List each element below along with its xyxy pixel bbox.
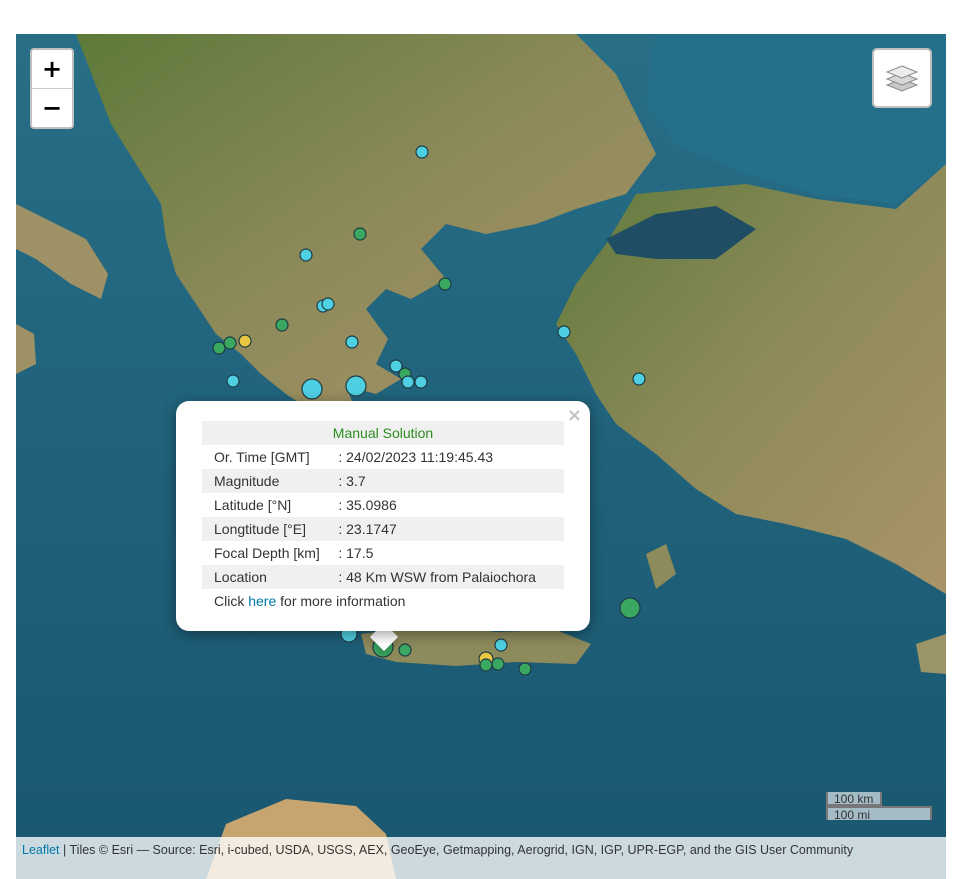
popup-footer-before: Click [214, 593, 249, 609]
zoom-in-button[interactable]: + [32, 50, 72, 88]
earthquake-marker[interactable] [226, 374, 240, 388]
popup-row-value: : 24/02/2023 11:19:45.43 [338, 449, 494, 465]
earthquake-marker[interactable] [345, 375, 367, 397]
popup-title: Manual Solution [202, 421, 564, 445]
earthquake-marker[interactable] [479, 658, 493, 672]
earthquake-marker[interactable] [275, 318, 289, 332]
popup-close-button[interactable]: × [567, 405, 582, 426]
leaflet-link[interactable]: Leaflet [22, 843, 60, 857]
earthquake-popup: × Manual Solution Or. Time [GMT] : 24/02… [176, 401, 590, 631]
more-info-link[interactable]: here [248, 593, 276, 609]
zoom-out-button[interactable]: − [32, 88, 72, 127]
earthquake-marker[interactable] [398, 643, 412, 657]
map-container[interactable]: + − × Manual Solution Or. Time [GMT] : 2… [16, 34, 946, 879]
earthquake-marker[interactable] [632, 372, 646, 386]
earthquake-marker[interactable] [415, 145, 429, 159]
earthquake-marker[interactable] [619, 597, 641, 619]
zoom-control: + − [30, 48, 74, 129]
popup-row-value: : 48 Km WSW from Palaiochora [336, 565, 564, 589]
earthquake-marker[interactable] [518, 662, 532, 676]
earthquake-marker[interactable] [212, 341, 226, 355]
earthquake-marker[interactable] [401, 375, 415, 389]
popup-row-value: : 23.1747 [336, 517, 564, 541]
earthquake-marker[interactable] [414, 375, 428, 389]
earthquake-marker[interactable] [223, 336, 237, 350]
popup-row-label: Focal Depth [km] [214, 545, 320, 561]
earthquake-marker[interactable] [321, 297, 335, 311]
earthquake-marker[interactable] [353, 227, 367, 241]
popup-details-table: Manual Solution Or. Time [GMT] : 24/02/2… [202, 421, 564, 613]
popup-row-label: Latitude [°N] [214, 497, 292, 513]
earthquake-marker[interactable] [491, 657, 505, 671]
attribution-text: | Tiles © Esri — Source: Esri, i-cubed, … [59, 843, 854, 857]
popup-row-label: Magnitude [202, 469, 337, 493]
popup-row-value: : 35.0986 [338, 497, 397, 513]
earthquake-marker[interactable] [345, 335, 359, 349]
earthquake-marker[interactable] [299, 248, 313, 262]
attribution: Leaflet | Tiles © Esri — Source: Esri, i… [16, 837, 946, 879]
popup-row-label: Longtitude [°E] [202, 517, 337, 541]
scale-km: 100 km [826, 792, 882, 806]
popup-footer-after: for more information [276, 593, 406, 609]
earthquake-marker[interactable] [301, 378, 323, 400]
popup-row-label: Or. Time [GMT] [214, 449, 310, 465]
popup-row-value: : 3.7 [336, 469, 564, 493]
popup-row-value: : 17.5 [338, 545, 374, 561]
layers-icon [885, 65, 919, 92]
popup-row-label: Location [202, 565, 337, 589]
scale-bar: 100 km 100 mi [826, 792, 932, 822]
popup-footer: Click here for more information [202, 589, 564, 613]
scale-mi: 100 mi [826, 806, 932, 822]
earthquake-marker[interactable] [438, 277, 452, 291]
layers-button[interactable] [872, 48, 932, 108]
earthquake-marker[interactable] [557, 325, 571, 339]
earthquake-marker[interactable] [238, 334, 252, 348]
earthquake-marker[interactable] [494, 638, 508, 652]
